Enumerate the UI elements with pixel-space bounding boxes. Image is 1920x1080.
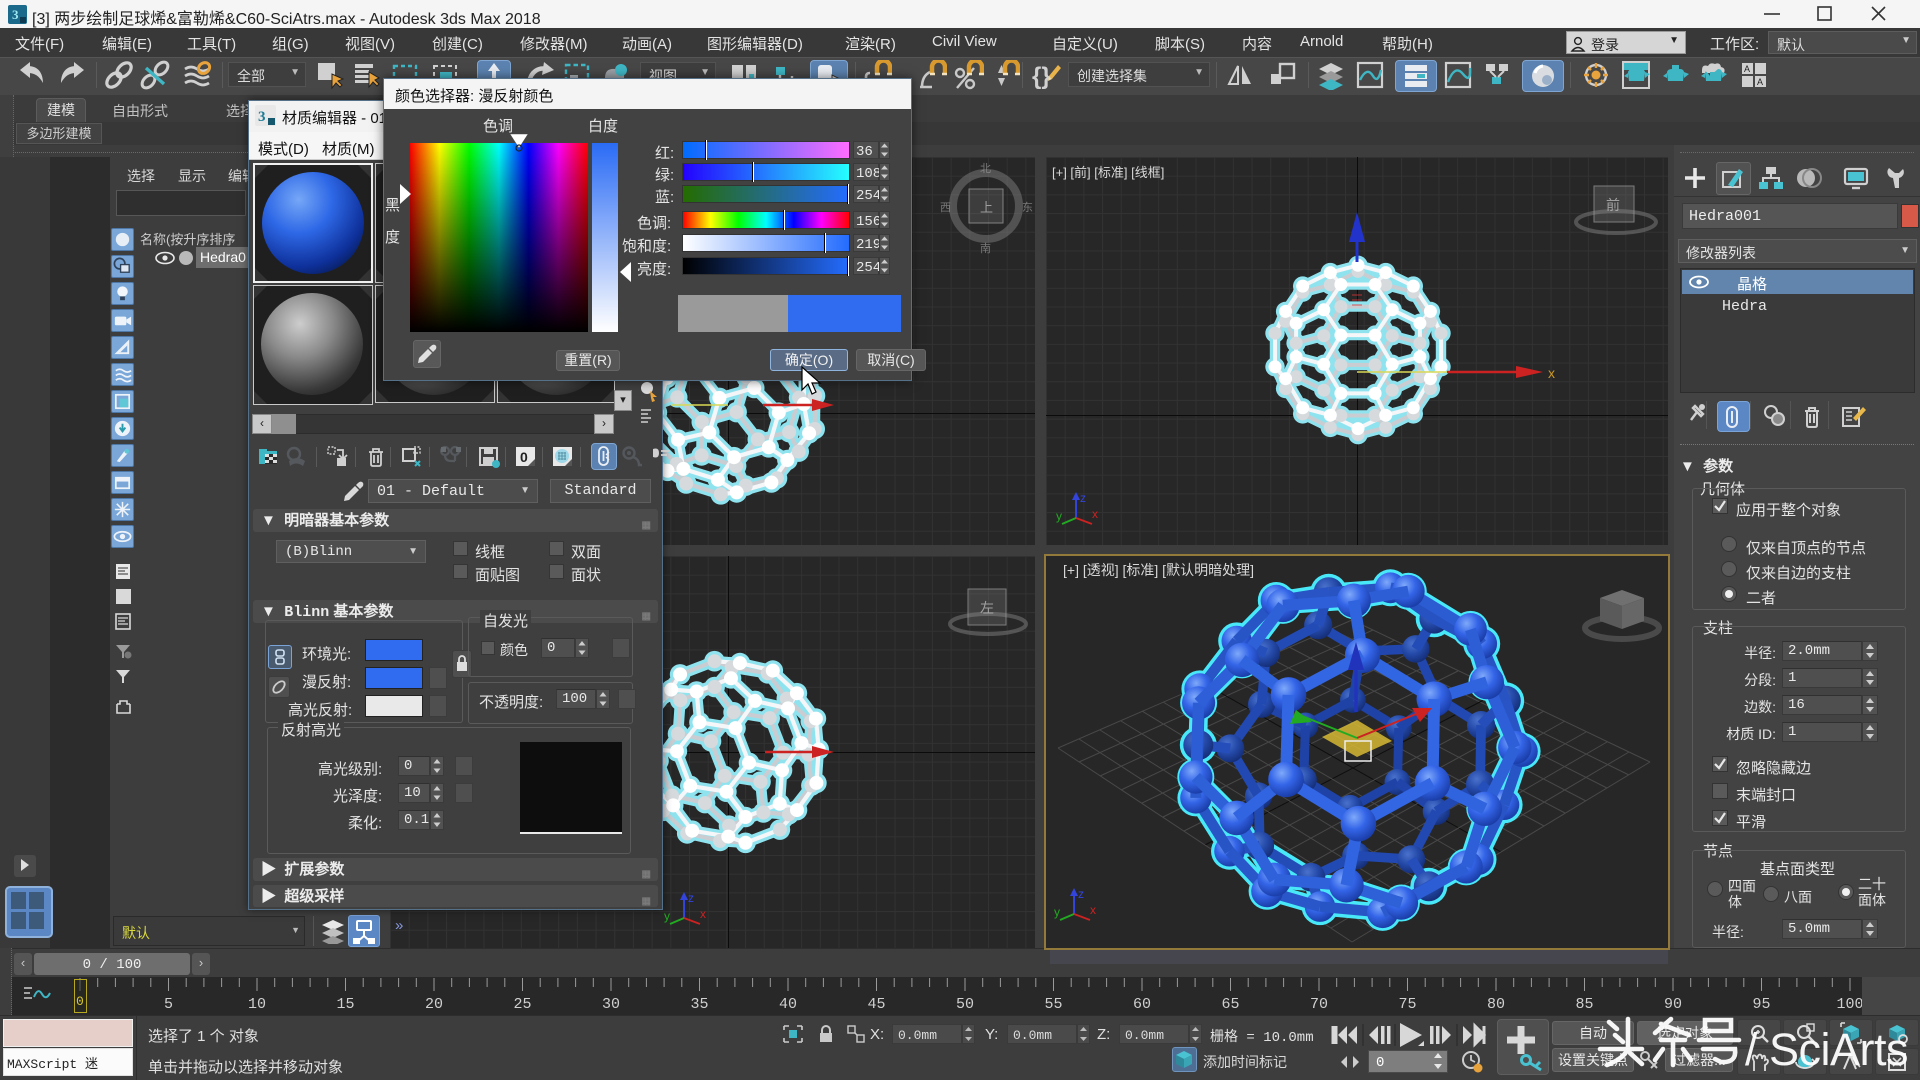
svg-text:15: 15 [336, 996, 354, 1013]
svg-text:45: 45 [867, 996, 885, 1013]
svg-text:10: 10 [248, 996, 266, 1013]
svg-text:A: A [1757, 77, 1763, 87]
svg-text:3: 3 [258, 109, 266, 125]
svg-text:50: 50 [956, 996, 974, 1013]
svg-text:前: 前 [1606, 197, 1620, 213]
svg-text:5: 5 [164, 996, 173, 1013]
svg-text:85: 85 [1575, 996, 1593, 1013]
svg-text:70: 70 [1310, 996, 1328, 1013]
svg-text:西: 西 [940, 202, 951, 214]
svg-text:z: z [688, 891, 694, 905]
svg-text:20: 20 [425, 996, 443, 1013]
svg-text:3: 3 [12, 7, 19, 22]
svg-text:x: x [1092, 507, 1098, 521]
svg-text:x: x [700, 907, 706, 921]
svg-text:南: 南 [980, 242, 991, 255]
svg-text:北: 北 [980, 162, 991, 175]
svg-text:东: 东 [1022, 201, 1033, 214]
svg-text:65: 65 [1221, 996, 1239, 1013]
svg-text:A: A [1744, 64, 1750, 74]
svg-text:95: 95 [1752, 996, 1770, 1013]
svg-text:80: 80 [1487, 996, 1505, 1013]
svg-text:左: 左 [980, 600, 994, 616]
svg-text:y: y [664, 909, 670, 923]
svg-text:55: 55 [1044, 996, 1062, 1013]
svg-text:上: 上 [980, 200, 993, 215]
svg-text:30: 30 [602, 996, 620, 1013]
svg-text:100: 100 [1836, 996, 1862, 1013]
svg-text:y: y [1056, 509, 1062, 523]
svg-text:/ SciArts: / SciArts [1745, 1024, 1908, 1075]
svg-text:35: 35 [690, 996, 708, 1013]
svg-text:60: 60 [1133, 996, 1151, 1013]
svg-text:x: x [1548, 365, 1555, 381]
svg-text:25: 25 [513, 996, 531, 1013]
svg-text:75: 75 [1398, 996, 1416, 1013]
svg-text:40: 40 [779, 996, 797, 1013]
svg-text:0: 0 [520, 449, 528, 465]
svg-text:{}: {} [1032, 63, 1051, 90]
svg-text:z: z [1080, 491, 1086, 505]
svg-text:90: 90 [1664, 996, 1682, 1013]
